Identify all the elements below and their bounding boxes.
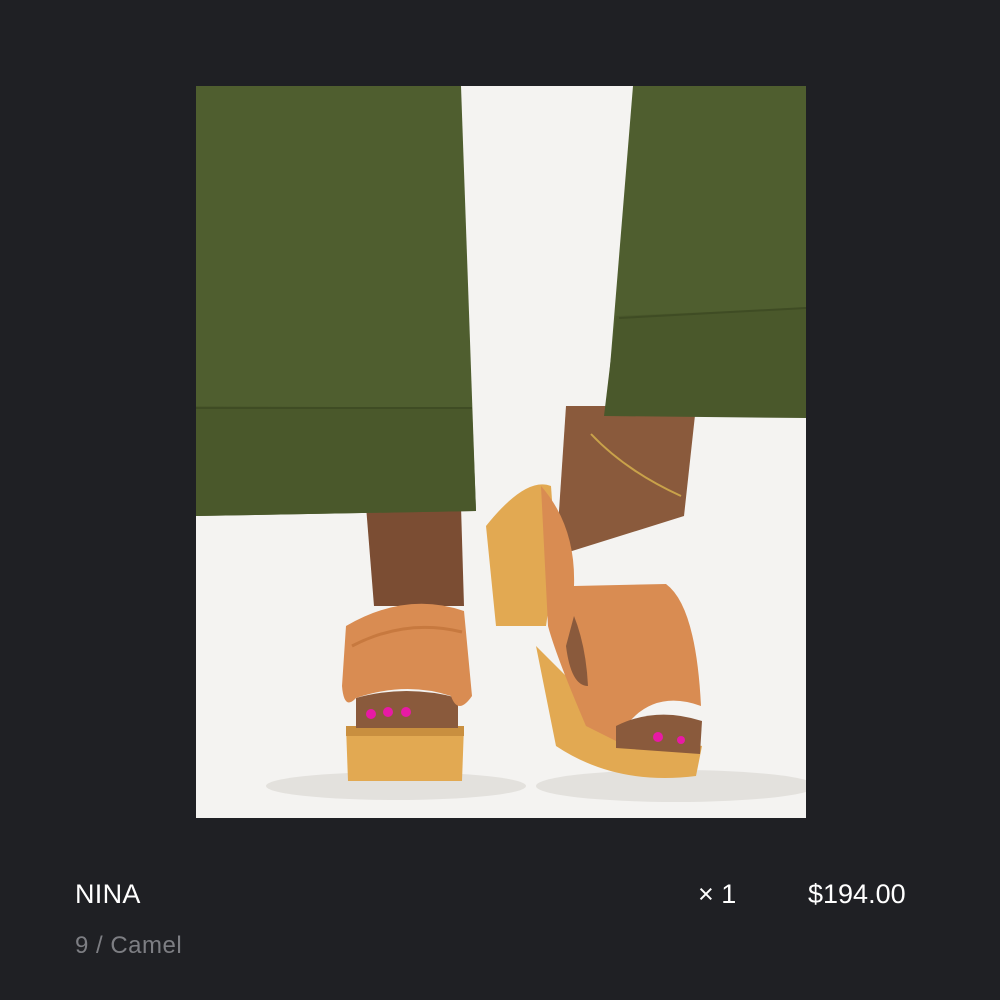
product-name[interactable]: NINA — [75, 876, 141, 912]
product-variant: 9 / Camel — [75, 932, 183, 959]
product-image[interactable] — [196, 86, 806, 818]
line-price: $194.00 — [808, 879, 906, 909]
product-photo-illustration — [196, 86, 806, 818]
cart-line-item: NINA 9 / Camel × 1 $194.00 — [0, 0, 1000, 1000]
quantity-label: × 1 — [698, 879, 737, 909]
